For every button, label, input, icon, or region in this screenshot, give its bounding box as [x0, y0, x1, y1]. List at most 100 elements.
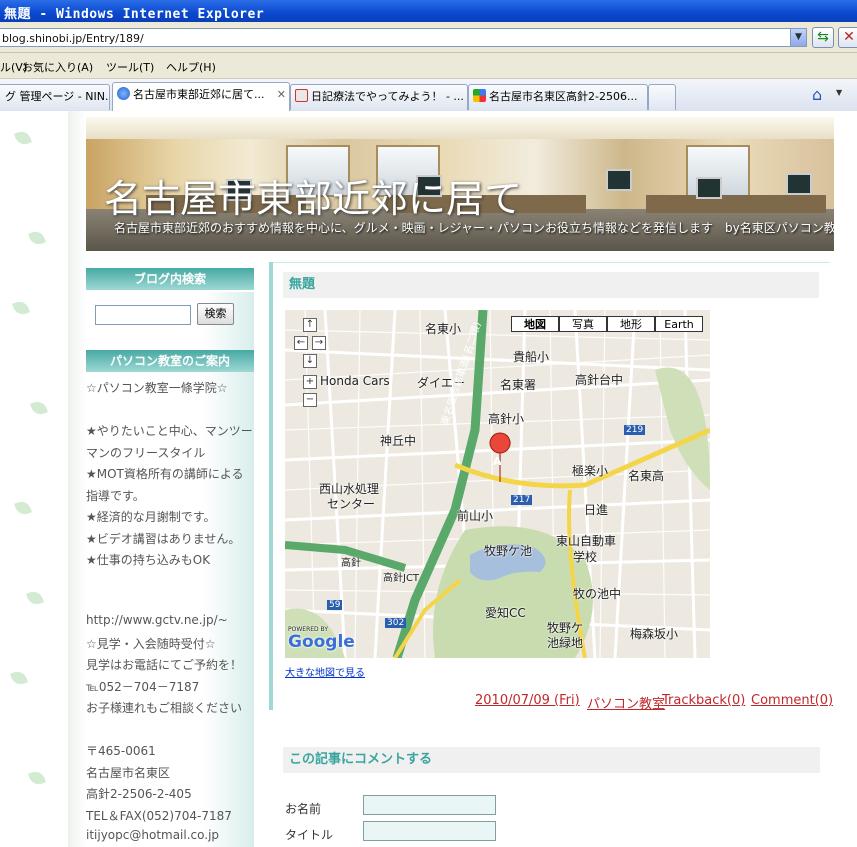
post-title: 無題 — [283, 272, 819, 298]
map-label: 名東高 — [628, 469, 665, 483]
pan-right-icon[interactable]: → — [312, 336, 326, 350]
map-label: 高針小 — [488, 412, 525, 426]
stop-icon[interactable]: ✕ — [838, 27, 857, 48]
leaf-decoration-icon — [14, 129, 32, 147]
google-map[interactable]: 地図 写真 地形 Earth ↑ ← → ↓ + − A 名東小 貴船小 Hon… — [285, 310, 710, 658]
trackback-link[interactable]: Trackback(0) — [662, 693, 745, 708]
school-info-line: ★仕事の持ち込みもOK — [86, 553, 211, 567]
post-category-link[interactable]: パソコン教室 — [587, 693, 665, 712]
leaf-decoration-icon — [10, 669, 28, 687]
google-logo[interactable]: Google — [288, 632, 355, 652]
route-shield: 59 — [327, 600, 343, 610]
tab-current[interactable]: 名古屋市東部近郊に居て... ✕ — [112, 82, 290, 111]
map-label: 名東小 — [425, 322, 462, 336]
post-border — [269, 262, 273, 710]
map-label: 牧の池中 — [573, 587, 622, 601]
map-label: 梅森坂小 — [630, 627, 679, 641]
leaf-decoration-icon — [26, 589, 44, 607]
school-info-line: 指導です。 — [86, 488, 145, 503]
title-input[interactable] — [363, 821, 496, 841]
tab-label: 名古屋市名東区高針2-2506... — [489, 90, 638, 103]
route-shield: 219 — [624, 425, 646, 435]
school-info-line: 見学はお電話にてご予約を！ — [86, 658, 243, 672]
map-label: 高針 — [341, 558, 361, 569]
map-type-terrain[interactable]: 地形 — [607, 316, 655, 332]
ie-page-icon — [117, 87, 130, 100]
blog-description: 名古屋市東部近郊のおすすめ情報を中心に、グルメ・映画・レジャー・パソコンお役立ち… — [114, 221, 834, 235]
route-shield: 302 — [385, 618, 407, 628]
comment-link[interactable]: Comment(0) — [751, 693, 833, 708]
menu-bar: ル(V) お気に入り(A) ツール(T) ヘルプ(H) — [0, 53, 857, 79]
school-info-line: お子様連れもご相談ください — [86, 701, 243, 715]
name-label: お名前 — [285, 802, 322, 816]
map-label: 高針JCT — [383, 573, 420, 584]
school-info-line: ☆見学・入会随時受付☆ — [86, 636, 216, 651]
zoom-out-icon[interactable]: − — [303, 393, 317, 407]
school-info-heading: パソコン教室のご案内 — [86, 350, 254, 372]
school-info-line: 〒465-0061 — [86, 744, 156, 758]
map-label: 神丘中 — [380, 434, 417, 448]
map-type-earth[interactable]: Earth — [655, 316, 703, 332]
post-border-top — [273, 262, 830, 263]
leaf-decoration-icon — [30, 399, 48, 417]
school-info-line: ℡052－704－7187 — [86, 679, 200, 694]
map-type-map[interactable]: 地図 — [511, 316, 559, 332]
school-info-line: マンのフリースタイル — [86, 445, 206, 460]
post-date-link[interactable]: 2010/07/09 (Fri) — [475, 693, 580, 708]
blog-title[interactable]: 名古屋市東部近郊に居て — [104, 168, 522, 223]
map-label: 東山自動車 — [556, 534, 617, 548]
blog-favicon-icon — [295, 89, 308, 102]
school-info-line: ★経済的な月謝制です。 — [86, 510, 216, 524]
school-info-line: itijyopc@hotmail.co.jp — [86, 828, 220, 842]
map-label: 高針台中 — [575, 373, 624, 387]
school-info-line: TEL＆FAX(052)704-7187 — [86, 808, 232, 823]
tab-label: 名古屋市東部近郊に居て... — [133, 88, 265, 101]
menu-help[interactable]: ヘルプ(H) — [166, 59, 216, 75]
bigger-map-link[interactable]: 大きな地図で見る — [285, 664, 365, 679]
tab-map[interactable]: 名古屋市名東区高針2-2506... — [468, 84, 648, 110]
menu-favorites[interactable]: お気に入り(A) — [22, 59, 93, 75]
map-label: 牧野ケ池 — [484, 544, 533, 558]
pan-up-icon[interactable]: ↑ — [303, 318, 317, 332]
search-button[interactable]: 検索 — [197, 303, 234, 325]
address-dropdown-icon[interactable]: ▼ — [790, 28, 807, 47]
tab-label: グ 管理ページ - NIN... — [5, 90, 110, 103]
map-label: センター — [327, 497, 376, 511]
map-label: 名東署 — [500, 378, 537, 392]
address-input[interactable]: blog.shinobi.jp/Entry/189/ — [0, 28, 792, 47]
tab-diary[interactable]: 日記療法でやってみよう！ - ... — [290, 84, 468, 110]
map-type-photo[interactable]: 写真 — [559, 316, 607, 332]
zoom-in-icon[interactable]: + — [303, 375, 317, 389]
map-label: 学校 — [573, 550, 598, 564]
map-label: 日進 — [584, 503, 609, 517]
window-title: 無題 - Windows Internet Explorer — [4, 7, 265, 22]
pan-left-icon[interactable]: ← — [294, 336, 308, 350]
comment-form-heading: この記事にコメントする — [283, 747, 820, 773]
menu-tools[interactable]: ツール(T) — [106, 59, 154, 75]
home-dropdown-icon[interactable]: ▼ — [836, 88, 842, 97]
school-info-line: ☆パソコン教室一條学院☆ — [86, 381, 228, 395]
home-icon[interactable]: ⌂ — [812, 86, 830, 104]
route-shield: 217 — [511, 495, 533, 505]
tab-close-icon[interactable]: ✕ — [277, 83, 286, 107]
tab-label: 日記療法でやってみよう！ - ... — [311, 90, 464, 103]
leaf-decoration-icon — [12, 299, 30, 317]
name-input[interactable] — [363, 795, 496, 815]
blog-search-input[interactable] — [95, 305, 191, 325]
map-label: 愛知CC — [485, 606, 526, 620]
map-label: 極楽小 — [572, 464, 609, 478]
leaf-decoration-icon — [28, 769, 46, 787]
search-heading: ブログ内検索 — [86, 268, 254, 290]
leaf-decoration-icon — [14, 499, 32, 517]
leaf-decoration-icon — [28, 229, 46, 247]
school-website-link[interactable]: http://www.gctv.ne.jp/~ — [86, 613, 228, 627]
refresh-icon[interactable]: ⇆ — [812, 27, 834, 48]
tab-admin[interactable]: グ 管理ページ - NIN... — [0, 84, 110, 110]
map-marker[interactable]: A — [493, 455, 502, 468]
google-favicon-icon — [473, 89, 486, 102]
pan-down-icon[interactable]: ↓ — [303, 354, 317, 368]
page-left-background — [0, 111, 69, 847]
map-label: 前山小 — [457, 509, 494, 523]
school-info-line: ★やりたいこと中心、マンツー — [86, 424, 253, 438]
tab-new[interactable] — [648, 84, 676, 110]
